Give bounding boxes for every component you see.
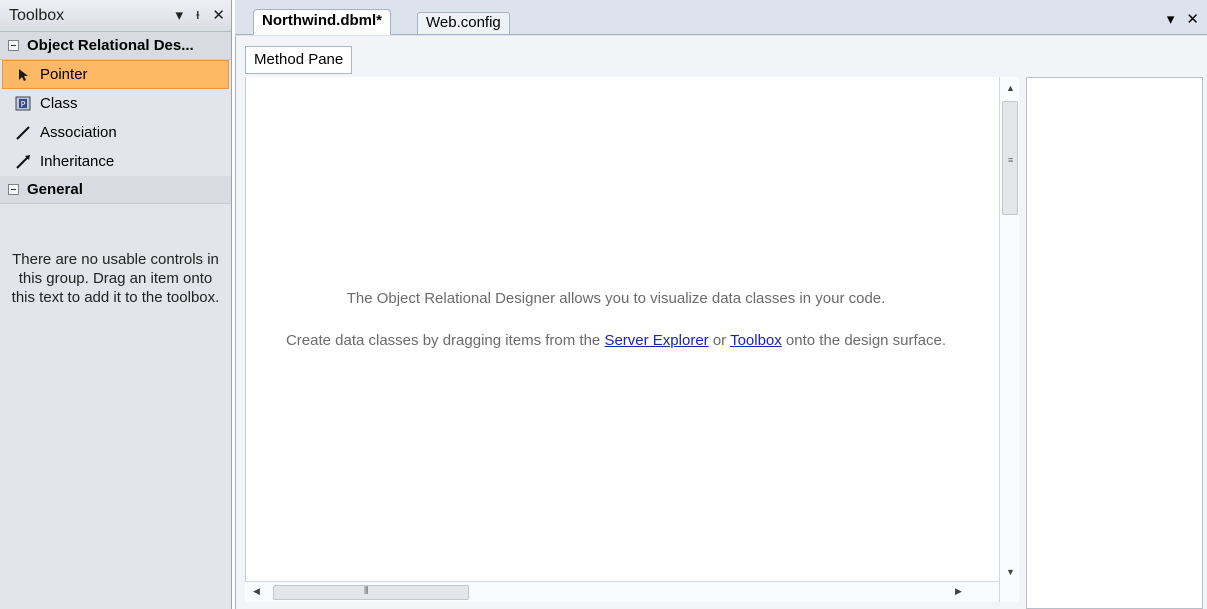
message-text: Create data classes by dragging items fr… [285, 332, 605, 349]
inheritance-icon [14, 154, 32, 170]
toolbox-panel: Toolbox ▾ ᵻ ✕ Object Relational Des... P… [0, 0, 232, 609]
tool-item-pointer[interactable]: Pointer [2, 60, 229, 89]
designer-message-2: Create data classes by dragging items fr… [266, 330, 966, 351]
scroll-right-arrow-icon[interactable]: ▶ [955, 586, 962, 597]
scroll-left-arrow-icon[interactable]: ◀ [253, 586, 260, 597]
pointer-icon [14, 67, 32, 83]
class-icon: P [14, 96, 32, 112]
tool-item-class[interactable]: P Class [0, 89, 231, 118]
server-explorer-link[interactable]: Server Explorer [604, 332, 708, 349]
collapse-icon[interactable] [8, 40, 19, 51]
method-pane[interactable] [1026, 77, 1203, 609]
group-header-general[interactable]: General [0, 176, 231, 204]
toolbox-pin-icon[interactable]: ᵻ [196, 6, 199, 24]
tab-strip: Northwind.dbml* Web.config ▾ ✕ [235, 0, 1207, 35]
horizontal-scrollbar[interactable]: ◀ ⦀ ▶ [245, 581, 999, 602]
tab-web-config[interactable]: Web.config [417, 12, 510, 35]
toolbox-header: Toolbox ▾ ᵻ ✕ [0, 0, 231, 32]
tab-northwind-dbml[interactable]: Northwind.dbml* [253, 9, 391, 35]
vertical-scrollbar[interactable]: ▲ ≡ ▼ [999, 77, 1019, 602]
document-dropdown-icon[interactable]: ▾ [1167, 10, 1175, 28]
message-text: onto the design surface. [781, 332, 947, 349]
design-canvas[interactable]: The Object Relational Designer allows yo… [245, 77, 999, 602]
association-icon [14, 125, 32, 141]
document-close-icon[interactable]: ✕ [1186, 10, 1199, 28]
group-label: Object Relational Des... [27, 37, 194, 54]
tool-item-label: Inheritance [40, 153, 115, 170]
tool-item-label: Association [40, 124, 117, 141]
toolbox-dropdown-icon[interactable]: ▾ [176, 6, 184, 24]
designer-surface: Method Pane The Object Relational Design… [235, 36, 1207, 609]
vertical-scroll-thumb[interactable]: ≡ [1002, 101, 1018, 215]
scroll-up-arrow-icon[interactable]: ▲ [1006, 83, 1015, 93]
scroll-down-arrow-icon[interactable]: ▼ [1006, 567, 1015, 577]
toolbox-close-icon[interactable]: ✕ [212, 6, 225, 24]
group-header-object-relational[interactable]: Object Relational Des... [0, 32, 231, 60]
tool-item-label: Pointer [40, 66, 88, 83]
toolbox-title: Toolbox [9, 6, 65, 24]
empty-group-message[interactable]: There are no usable controls in this gro… [0, 250, 231, 307]
document-well: Northwind.dbml* Web.config ▾ ✕ Method Pa… [235, 0, 1207, 609]
horizontal-scroll-thumb[interactable]: ⦀ [273, 585, 469, 600]
method-pane-button[interactable]: Method Pane [245, 46, 353, 74]
collapse-icon[interactable] [8, 184, 19, 195]
grip-icon: ≡ [1008, 155, 1014, 165]
grip-icon: ⦀ [364, 586, 369, 597]
group-label: General [27, 181, 83, 198]
tool-item-label: Class [40, 95, 78, 112]
toolbox-link[interactable]: Toolbox [730, 332, 782, 349]
svg-text:P: P [21, 100, 26, 109]
message-text: or [708, 332, 731, 349]
tool-item-association[interactable]: Association [0, 118, 231, 147]
tool-item-inheritance[interactable]: Inheritance [0, 147, 231, 176]
designer-message-1: The Object Relational Designer allows yo… [346, 290, 886, 307]
